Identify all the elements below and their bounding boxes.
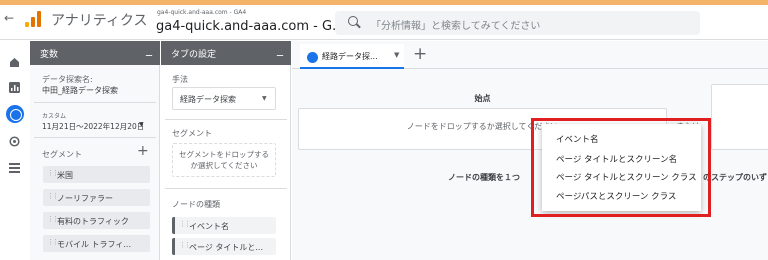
nav-rail [0, 41, 30, 260]
settings-title: タブの設定 [171, 50, 217, 60]
app-title: アナリティクス [51, 13, 148, 29]
segment-chip[interactable]: 米国 [43, 166, 150, 183]
variables-title: 変数 [40, 50, 59, 60]
drop-hint-line2: か選択してください [190, 161, 258, 170]
technique-label: 手法 [172, 75, 188, 84]
segments-label: セグメント [42, 150, 82, 159]
date-range-selector[interactable]: 11月21日～2022年12月20日 [42, 121, 144, 132]
reports-icon[interactable] [9, 82, 20, 93]
segment-compare-label: セグメント [172, 129, 212, 138]
instruction-text-continued: のステップのいず [703, 173, 767, 182]
settings-panel-header: タブの設定 _ [161, 41, 291, 65]
explore-icon[interactable] [6, 105, 24, 123]
property-selector[interactable]: ga4-quick.and-aaa.com - G... [156, 19, 344, 34]
divider [165, 188, 287, 189]
segment-chip[interactable]: モバイル トラフィ... [43, 235, 150, 252]
settings-minimize-button[interactable]: _ [277, 42, 283, 56]
divider [34, 137, 156, 138]
path-exploration-icon [307, 52, 318, 63]
search-placeholder[interactable]: 「分析情報」と検索してみてください [371, 17, 540, 32]
node-type-chip[interactable]: イベント名 [172, 217, 276, 234]
search-icon [348, 16, 358, 26]
exploration-name[interactable]: 中田_経路データ探索 [42, 85, 118, 96]
segment-chip[interactable]: 有料のトラフィック [43, 212, 150, 229]
end-node-card[interactable] [711, 84, 768, 150]
tab-label[interactable]: 経路データ探... [322, 51, 378, 62]
node-type-chip[interactable]: ページ タイトルと... [172, 238, 276, 255]
date-custom-label: カスタム [42, 113, 67, 120]
analytics-logo-icon[interactable] [25, 11, 41, 27]
add-segment-button[interactable]: + [137, 143, 149, 159]
back-arrow-icon[interactable]: ← [4, 11, 14, 25]
exploration-name-label: データ探索名: [42, 75, 93, 84]
account-path[interactable]: ga4-quick.and-aaa.com - GA4 [157, 9, 246, 16]
chevron-down-icon[interactable]: ▼ [139, 121, 144, 128]
home-icon[interactable] [9, 57, 20, 68]
add-tab-button[interactable]: + [413, 44, 427, 64]
divider [165, 119, 287, 120]
configure-icon[interactable] [9, 162, 20, 173]
divider [34, 102, 156, 103]
start-point-title: 始点 [474, 94, 491, 103]
highlight-box [531, 118, 711, 217]
chevron-down-icon: ▼ [262, 95, 267, 102]
drop-hint-line1: セグメントをドロップする [179, 150, 269, 159]
segment-chip[interactable]: ノーリファラー [43, 189, 150, 206]
variables-minimize-button[interactable]: _ [146, 42, 152, 56]
chevron-down-icon[interactable]: ▼ [394, 51, 399, 59]
node-type-label: ノードの種類 [172, 200, 220, 209]
instruction-text: ノードの種類を１つ [448, 173, 520, 182]
technique-value: 経路データ探索 [180, 95, 236, 104]
variables-panel-header: 変数 _ [30, 41, 160, 65]
advertising-icon[interactable] [9, 136, 20, 147]
